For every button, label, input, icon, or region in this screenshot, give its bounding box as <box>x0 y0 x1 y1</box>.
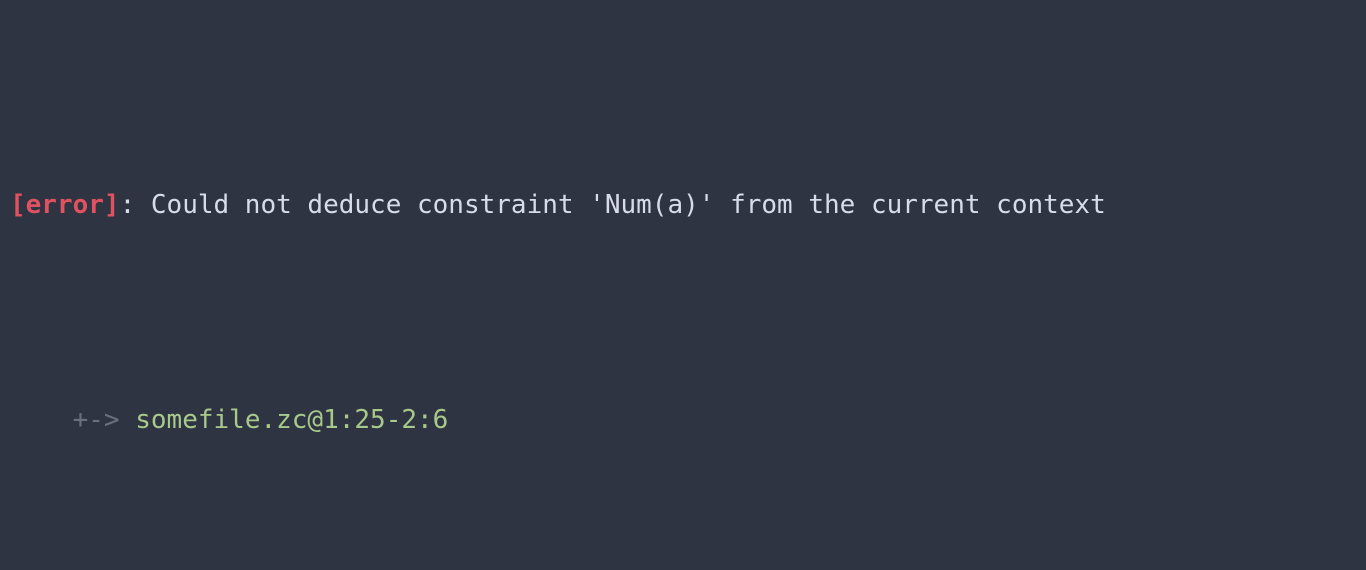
severity-label: [error] <box>10 190 120 220</box>
diagnostic-block: [error]: Could not deduce constraint 'Nu… <box>10 12 1215 570</box>
file-location-line: +-> somefile.zc@1:25-2:6 <box>10 399 1215 442</box>
location-arrow-icon: +-> <box>72 405 136 435</box>
file-path[interactable]: somefile.zc@1:25-2:6 <box>135 405 448 435</box>
location-indent <box>10 405 73 435</box>
terminal-screen: [error]: Could not deduce constraint 'Nu… <box>0 0 1366 570</box>
diagnostic-message: Could not deduce constraint 'Num(a)' fro… <box>150 190 1106 220</box>
diagnostic-header: [error]: Could not deduce constraint 'Nu… <box>10 184 1215 227</box>
severity-separator: : <box>119 190 151 220</box>
